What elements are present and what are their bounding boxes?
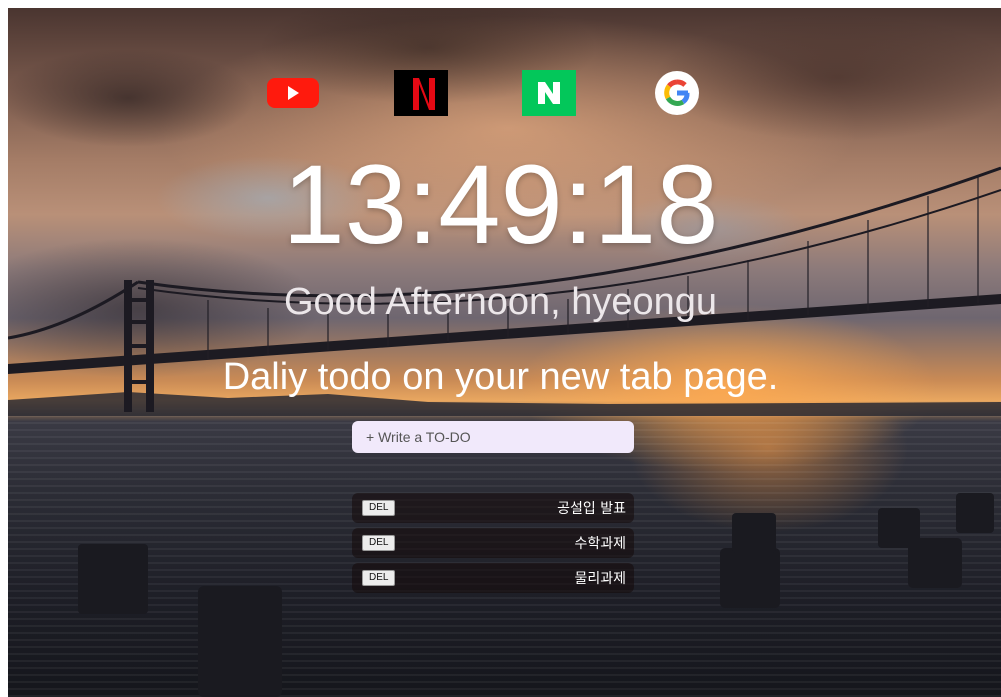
todo-text: 공설입 발표 [557, 501, 626, 517]
naver-icon [522, 70, 576, 116]
todo-item: DEL 물리과제 [352, 563, 634, 593]
page-headline: Daliy todo on your new tab page. [222, 356, 779, 398]
todo-text: 물리과제 [574, 571, 626, 587]
netflix-link[interactable] [394, 70, 448, 116]
youtube-icon [267, 78, 319, 108]
todo-text: 수학과제 [574, 536, 626, 552]
todo-input[interactable] [352, 421, 634, 453]
todo-item: DEL 공설입 발표 [352, 493, 634, 523]
naver-link[interactable] [522, 70, 576, 116]
quick-links-bar [0, 70, 1001, 118]
youtube-link[interactable] [266, 70, 320, 116]
google-link[interactable] [650, 70, 704, 116]
todo-item: DEL 수학과제 [352, 528, 634, 558]
greeting-text: Good Afternoon, hyeongu [283, 281, 718, 323]
clock-display: 13:49:18 [282, 142, 719, 267]
todo-list: DEL 공설입 발표 DEL 수학과제 DEL 물리과제 [352, 493, 634, 598]
netflix-icon [394, 70, 448, 116]
delete-todo-button[interactable]: DEL [362, 535, 396, 551]
delete-todo-button[interactable]: DEL [362, 570, 396, 586]
google-icon [655, 71, 699, 115]
delete-todo-button[interactable]: DEL [362, 500, 396, 516]
